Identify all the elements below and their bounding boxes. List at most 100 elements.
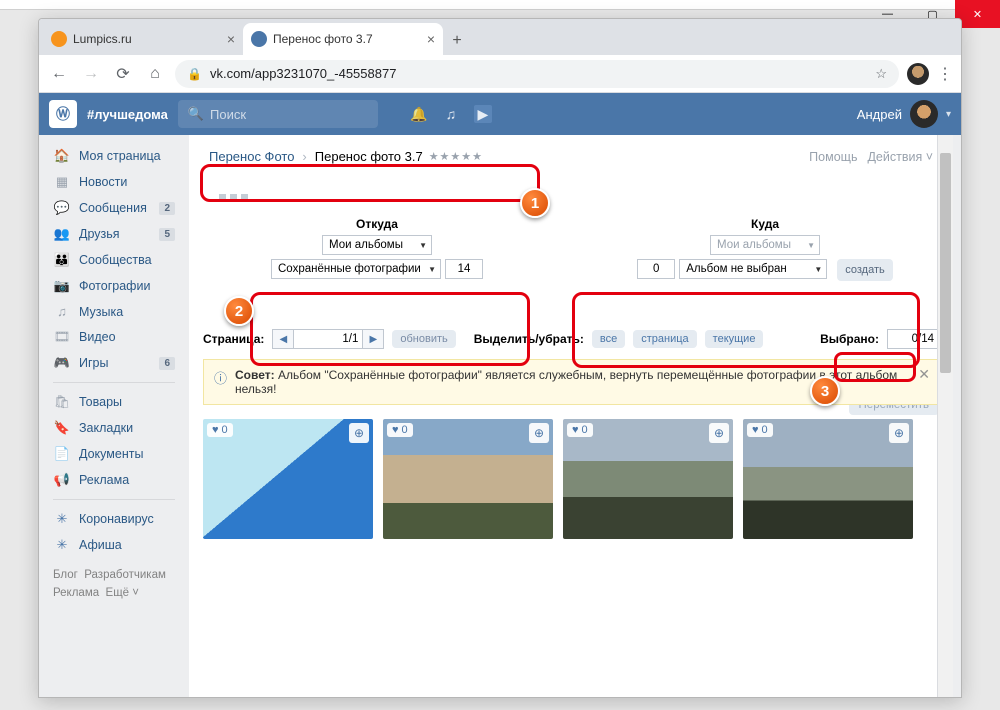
sidebar-item-label: Сообщества	[79, 253, 152, 267]
source-album-select[interactable]: Сохранённые фотографии	[271, 259, 441, 279]
tab-close-icon[interactable]: ×	[227, 31, 235, 47]
play-icon[interactable]: ▶	[474, 105, 492, 123]
nav-forward-icon[interactable]: →	[79, 62, 103, 86]
like-badge[interactable]: ♥0	[567, 423, 593, 437]
address-bar: ← → ⟳ ⌂ 🔒 vk.com/app3231070_-45558877 ☆ …	[39, 55, 961, 93]
refresh-button[interactable]: обновить	[392, 330, 455, 348]
source-title: Откуда	[203, 213, 551, 235]
sidebar-item-corona[interactable]: ✳Коронавирус	[39, 506, 189, 532]
music-icon[interactable]: ♫	[442, 105, 460, 123]
vk-user-name: Андрей	[857, 107, 902, 122]
sidebar-item-friends[interactable]: 👥Друзья5	[39, 221, 189, 247]
browser-menu-icon[interactable]: ⋮	[937, 64, 953, 84]
select-page-button[interactable]: страница	[633, 330, 696, 348]
sidebar-item-docs[interactable]: 📄Документы	[39, 441, 189, 467]
like-badge[interactable]: ♥0	[207, 423, 233, 437]
sidebar-item-photos[interactable]: 📷Фотографии	[39, 273, 189, 299]
vk-user-menu[interactable]: Андрей ▾	[857, 100, 951, 128]
status-badge: 2	[159, 202, 175, 215]
vk-search-input[interactable]: 🔍 Поиск	[178, 100, 378, 128]
sidebar-item-afisha[interactable]: ✳Афиша	[39, 532, 189, 558]
sidebar-item-news[interactable]: ▦Новости	[39, 169, 189, 195]
source-group-select[interactable]: Мои альбомы	[322, 235, 432, 255]
tab-close-icon[interactable]: ×	[427, 31, 435, 47]
nav-back-icon[interactable]: ←	[47, 62, 71, 86]
select-current-button[interactable]: текущие	[705, 330, 764, 348]
select-label: Выделить/убрать:	[474, 332, 584, 346]
sidebar-item-label: Коронавирус	[79, 512, 154, 526]
sidebar-item-label: Афиша	[79, 538, 122, 552]
zoom-icon[interactable]: ⊕	[529, 423, 549, 443]
home-icon: 🏠	[53, 148, 71, 164]
scrollbar[interactable]	[937, 135, 953, 697]
photo-grid: ♥0 ⊕ ♥0 ⊕ ♥0 ⊕ ♥0 ⊕	[189, 409, 953, 549]
photo-thumb[interactable]: ♥0 ⊕	[203, 419, 373, 539]
sidebar-item-video[interactable]: 🎞Видео	[39, 324, 189, 350]
footer-more-link[interactable]: Ещё ˅	[106, 587, 139, 599]
url-field[interactable]: 🔒 vk.com/app3231070_-45558877 ☆	[175, 60, 899, 88]
tab-lumpics[interactable]: Lumpics.ru ×	[43, 23, 243, 55]
bell-icon[interactable]: 🔔	[410, 105, 428, 123]
page-prev-icon[interactable]: ◀	[272, 329, 294, 349]
footer-ads-link[interactable]: Реклама	[53, 587, 99, 599]
like-badge[interactable]: ♥0	[747, 423, 773, 437]
zoom-icon[interactable]: ⊕	[349, 423, 369, 443]
breadcrumb: Перенос Фото › Перенос фото 3.7 ★★★★★ По…	[189, 135, 953, 174]
select-all-button[interactable]: все	[592, 330, 625, 348]
like-badge[interactable]: ♥0	[387, 423, 413, 437]
profile-avatar-icon[interactable]	[907, 63, 929, 85]
breadcrumb-root[interactable]: Перенос Фото	[209, 149, 294, 164]
tab-perenos[interactable]: Перенос фото 3.7 ×	[243, 23, 443, 55]
new-tab-button[interactable]: +	[443, 27, 471, 55]
footer-devs-link[interactable]: Разработчикам	[84, 569, 166, 581]
photo-thumb[interactable]: ♥0 ⊕	[383, 419, 553, 539]
zoom-icon[interactable]: ⊕	[709, 423, 729, 443]
annotation-badge-2: 2	[224, 296, 254, 326]
sidebar-item-label: Документы	[79, 447, 143, 461]
vk-header: Ⓦ #лучшедома 🔍 Поиск 🔔 ♫ ▶ Андрей ▾	[39, 93, 961, 135]
nav-home-icon[interactable]: ⌂	[143, 62, 167, 86]
sidebar-item-music[interactable]: ♫Музыка	[39, 299, 189, 324]
bookmark-star-icon[interactable]: ☆	[875, 66, 887, 82]
vk-body: 🏠Моя страница ▦Новости 💬Сообщения2 👥Друз…	[39, 135, 961, 697]
news-icon: ▦	[53, 174, 71, 190]
sidebar-item-ads[interactable]: 📢Реклама	[39, 467, 189, 493]
close-icon[interactable]: ✕	[918, 366, 930, 383]
sidebar-item-label: Реклама	[79, 473, 129, 487]
os-titlebar	[0, 0, 1000, 10]
breadcrumb-current: Перенос фото 3.7	[315, 149, 423, 164]
chevron-down-icon: ▾	[946, 109, 951, 120]
dest-group-select[interactable]: Мои альбомы	[710, 235, 820, 255]
photo-thumb[interactable]: ♥0 ⊕	[743, 419, 913, 539]
vk-header-icons: 🔔 ♫ ▶	[410, 105, 492, 123]
sidebar-item-bookmarks[interactable]: 🔖Закладки	[39, 415, 189, 441]
zoom-icon[interactable]: ⊕	[889, 423, 909, 443]
lock-icon: 🔒	[187, 67, 202, 81]
sidebar-item-groups[interactable]: 👪Сообщества	[39, 247, 189, 273]
url-text: vk.com/app3231070_-45558877	[210, 66, 396, 81]
annotation-badge-1: 1	[520, 188, 550, 218]
nav-reload-icon[interactable]: ⟳	[111, 62, 135, 86]
footer-blog-link[interactable]: Блог	[53, 569, 78, 581]
games-icon: 🎮	[53, 355, 71, 371]
page-next-icon[interactable]: ▶	[362, 329, 384, 349]
sidebar-item-games[interactable]: 🎮Игры6	[39, 350, 189, 376]
rating-stars[interactable]: ★★★★★	[429, 150, 483, 163]
create-button[interactable]: создать	[837, 259, 892, 281]
actions-dropdown[interactable]: Действия ˅	[867, 150, 933, 164]
help-link[interactable]: Помощь	[809, 150, 857, 164]
sidebar-item-label: Игры	[79, 356, 108, 370]
sidebar-item-messages[interactable]: 💬Сообщения2	[39, 195, 189, 221]
sidebar-item-market[interactable]: 🛍Товары	[39, 389, 189, 415]
vk-hashtag[interactable]: #лучшедома	[87, 107, 168, 122]
vk-logo-icon[interactable]: Ⓦ	[49, 100, 77, 128]
sidebar-item-label: Музыка	[79, 305, 123, 319]
loading-indicator	[189, 174, 953, 205]
dest-album-select[interactable]: Альбом не выбран	[679, 259, 827, 279]
sidebar-item-mypage[interactable]: 🏠Моя страница	[39, 143, 189, 169]
tab-title: Перенос фото 3.7	[273, 32, 373, 46]
page-field[interactable]: 1/1	[294, 329, 362, 349]
transfer-row: Откуда Мои альбомы Сохранённые фотографи…	[189, 213, 953, 285]
photo-thumb[interactable]: ♥0 ⊕	[563, 419, 733, 539]
sidebar-item-label: Видео	[79, 330, 116, 344]
